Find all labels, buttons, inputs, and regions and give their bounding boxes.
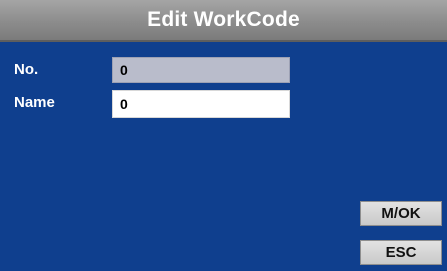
name-value: 0 [120,96,128,112]
page-title: Edit WorkCode [147,8,300,31]
no-label: No. [14,61,39,78]
ok-button-label: M/OK [381,205,421,222]
no-field: 0 [112,57,290,83]
esc-button-label: ESC [385,244,417,261]
name-label: Name [14,94,55,111]
ok-button[interactable]: M/OK [360,201,442,226]
title-bar: Edit WorkCode [0,0,447,42]
name-input[interactable]: 0 [112,90,290,118]
no-value: 0 [120,62,128,78]
edit-workcode-screen: Edit WorkCode No. 0 Name 0 M/OK ESC [0,0,447,271]
esc-button[interactable]: ESC [360,240,442,265]
